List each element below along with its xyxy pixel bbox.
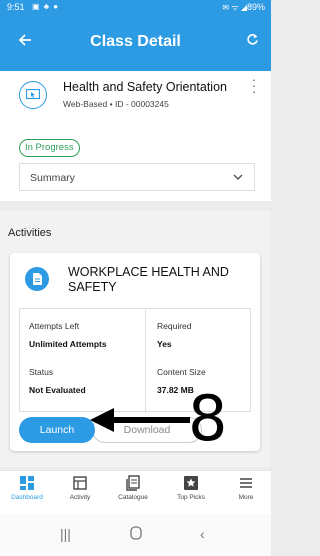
status-bar: 9:51 ▣ ♣ ● ✉ ᯤ ◢ 89% <box>0 0 271 15</box>
home-icon[interactable] <box>130 526 142 543</box>
notification-icons: ▣ ♣ ● <box>32 2 60 11</box>
status-label: Status <box>29 367 54 377</box>
dashboard-icon <box>2 475 52 491</box>
summary-label: Summary <box>30 172 75 184</box>
refresh-icon[interactable] <box>246 33 259 49</box>
status-time: 9:51 <box>7 2 25 12</box>
nav-label: Top Picks <box>177 494 205 501</box>
annotation-arrow <box>90 408 190 432</box>
top-picks-icon <box>166 475 216 491</box>
grid-divider <box>145 309 146 413</box>
nav-top-picks[interactable]: Top Picks <box>166 475 216 501</box>
required-label: Required <box>157 321 192 331</box>
activity-icon <box>55 475 105 491</box>
battery-indicator: 89% <box>246 2 265 12</box>
status-badge: In Progress <box>19 139 80 157</box>
activities-heading: Activities <box>8 227 52 239</box>
annotation-number: 8 <box>188 382 228 455</box>
nav-activity[interactable]: Activity <box>55 475 105 501</box>
required-value: Yes <box>157 339 172 349</box>
nav-label: Dashboard <box>11 494 43 501</box>
attempts-left-value: Unlimited Attempts <box>29 339 107 349</box>
summary-dropdown[interactable]: Summary <box>19 163 255 191</box>
nav-dashboard[interactable]: Dashboard <box>2 475 52 501</box>
attempts-left-label: Attempts Left <box>29 321 80 331</box>
page-title: Class Detail <box>90 33 181 50</box>
signal-icons: ✉ ᯤ ◢ <box>222 3 247 12</box>
back-icon[interactable]: ‹ <box>200 526 205 542</box>
bottom-nav: Dashboard Activity Catalogue Top Picks M… <box>0 470 271 514</box>
status-value: Not Evaluated <box>29 385 86 395</box>
course-header-card: Health and Safety Orientation Web-Based … <box>0 71 271 201</box>
nav-more[interactable]: More <box>221 475 271 501</box>
chevron-down-icon <box>232 170 244 188</box>
recents-icon[interactable]: ||| <box>60 526 71 542</box>
launch-button[interactable]: Launch <box>19 417 95 443</box>
catalogue-icon <box>108 475 158 491</box>
activity-title: WORKPLACE HEALTH AND SAFETY <box>68 265 229 294</box>
course-title: Health and Safety Orientation <box>63 80 227 94</box>
nav-catalogue[interactable]: Catalogue <box>108 475 158 501</box>
course-meta: Web-Based • ID - 00003245 <box>63 99 169 109</box>
document-icon <box>25 267 49 296</box>
nav-label: More <box>238 494 254 501</box>
system-nav-bar: ||| ‹ <box>0 514 271 556</box>
nav-label: Catalogue <box>118 494 148 501</box>
content-size-label: Content Size <box>157 367 206 377</box>
more-options-icon[interactable]: · · · <box>251 73 257 98</box>
web-course-icon <box>19 81 47 109</box>
app-bar: Class Detail <box>0 15 271 71</box>
menu-icon <box>221 475 271 491</box>
nav-label: Activity <box>69 494 91 501</box>
